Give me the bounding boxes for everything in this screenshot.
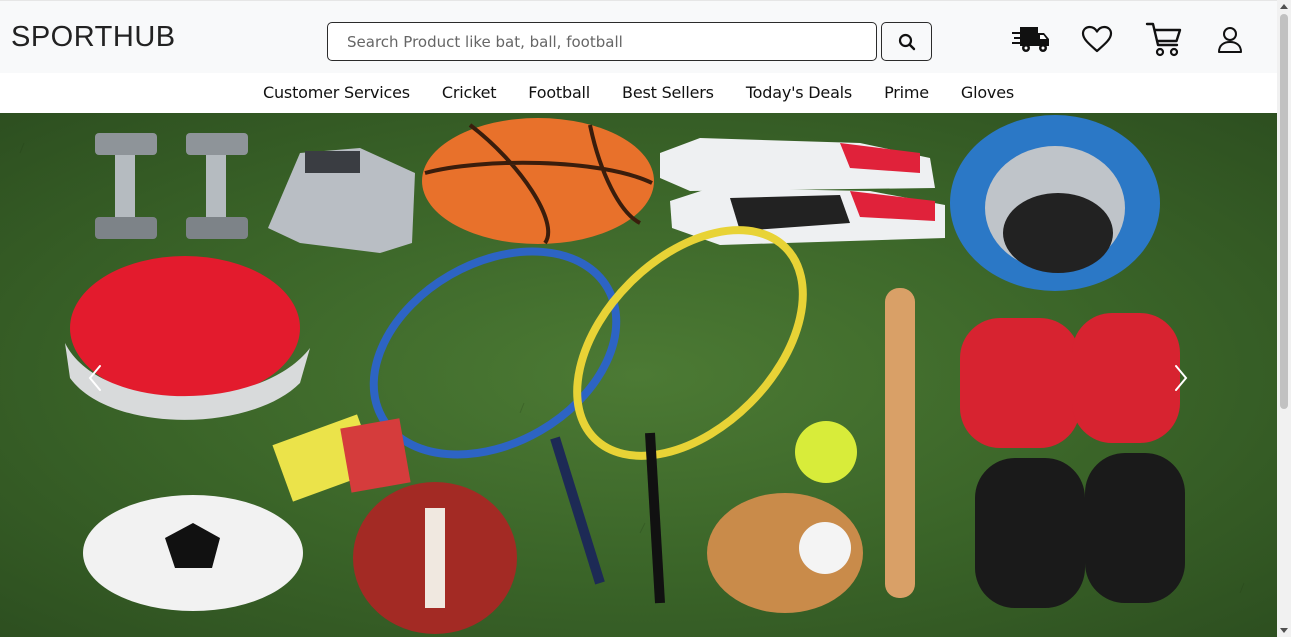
nav-best-sellers[interactable]: Best Sellers [606,73,730,113]
football-boot-right [1085,453,1185,603]
football-boot-left [975,458,1085,608]
hero-carousel [0,113,1277,637]
chevron-left-icon [88,365,101,391]
search-bar [327,22,932,61]
search-icon [898,33,915,50]
chevron-right-icon [1175,365,1188,391]
carousel-prev-button[interactable] [80,358,110,398]
user-icon[interactable] [1216,26,1244,54]
top-header: SPORTHUB [0,0,1277,73]
baseball-bat [885,288,915,598]
red-card [340,418,411,493]
delivery-truck-icon[interactable] [1012,25,1050,53]
header-icons [1010,21,1250,57]
search-input[interactable] [327,22,877,61]
scroll-thumb[interactable] [1280,14,1288,409]
nav-customer-services[interactable]: Customer Services [247,73,426,113]
nav-gloves[interactable]: Gloves [945,73,1030,113]
scroll-up-arrow[interactable] [1280,4,1288,9]
basketball [422,118,654,244]
boxing-glove-right [1072,313,1180,443]
nav-todays-deals[interactable]: Today's Deals [730,73,868,113]
hero-sports-equipment-image [19,115,1245,634]
category-nav: Customer Services Cricket Football Best … [0,73,1277,113]
nav-prime[interactable]: Prime [868,73,945,113]
nav-cricket[interactable]: Cricket [426,73,512,113]
nav-football[interactable]: Football [512,73,606,113]
page-scrollbar[interactable] [1277,0,1291,637]
cart-icon[interactable] [1145,21,1183,57]
dumbbell-1 [95,133,157,239]
search-button[interactable] [881,22,932,61]
brand-logo[interactable]: SPORTHUB [11,21,176,54]
tennis-ball [795,421,857,483]
boxing-glove-left [960,318,1080,448]
heart-icon[interactable] [1081,25,1113,53]
scroll-down-arrow[interactable] [1280,628,1288,633]
dumbbell-2 [186,133,248,239]
carousel-next-button[interactable] [1166,358,1196,398]
